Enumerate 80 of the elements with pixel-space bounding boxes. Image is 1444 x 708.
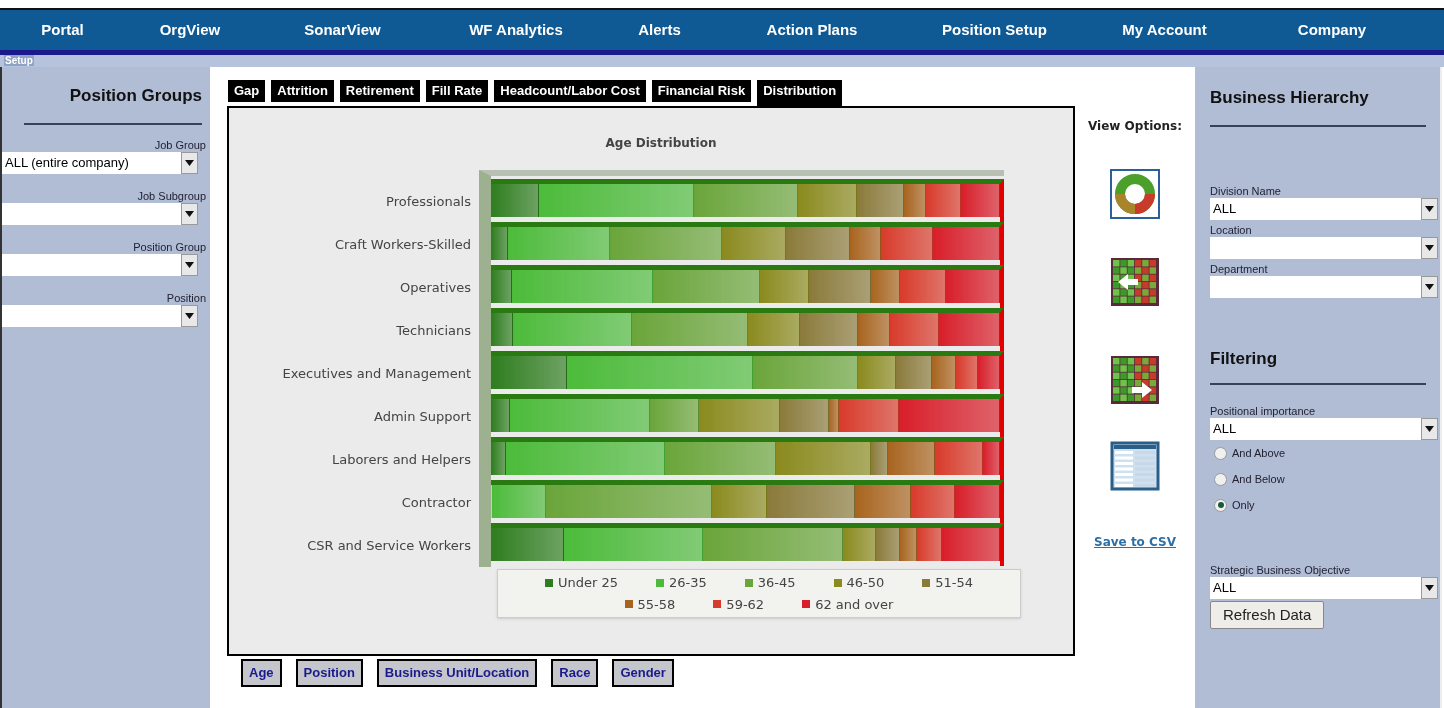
nav-link[interactable]: Alerts [602,18,717,42]
table-icon[interactable] [1110,441,1160,491]
sub-tab[interactable]: Age [241,659,282,687]
legend-label: 59-62 [726,595,765,614]
sub-tab[interactable]: Position [295,659,363,687]
chart-tab[interactable]: Gap [228,80,266,102]
save-csv-link[interactable]: Save to CSV [1094,533,1176,551]
panel-heading: Position Groups [68,85,203,107]
select-field[interactable]: ALL [1210,197,1438,220]
legend-label: 55-58 [637,595,676,614]
panel-heading: Business Hierarchy [1210,87,1370,109]
axis-label: Professionals [385,193,472,211]
caret-icon [185,159,194,166]
legend-label: 51-54 [935,574,974,592]
donut-chart-icon[interactable] [1110,169,1160,219]
nav-link[interactable]: OrgView [125,18,255,42]
chart-title: Age Distribution [604,135,718,152]
radio-label: And Above [1232,445,1286,461]
legend-label: 46-50 [846,574,885,592]
chart-tab[interactable]: Attrition [271,80,334,102]
nav-link[interactable]: My Account [1082,18,1247,42]
axis-label: Admin Support [373,408,472,426]
legend-label: Under 25 [557,574,618,592]
nav-link[interactable]: Company [1247,18,1417,42]
chart-tab[interactable]: Retirement [339,80,420,102]
field-label: Job Subgroup [136,189,207,203]
field-label: Position [165,291,207,305]
axis-label: Craft Workers-Skilled [333,236,472,254]
caret-icon [1425,244,1434,251]
radio-button[interactable] [1214,498,1227,512]
nav-link[interactable]: Action Plans [717,18,907,42]
axis-label: CSR and Service Workers [306,537,472,555]
chart-tab[interactable]: Headcount/Labor Cost [494,80,646,102]
select-field[interactable] [1210,236,1438,259]
select-field[interactable]: ALL [1210,418,1438,440]
field-label: Job Group [153,138,207,152]
field-label: Location [1210,223,1253,237]
caret-icon [185,210,194,217]
caret-icon [1425,205,1434,212]
field-label: Division Name [1210,184,1282,198]
nav-link[interactable]: Portal [0,18,125,42]
caret-icon [185,261,194,268]
caret-icon [1425,426,1434,432]
panel-heading: Filtering [1210,347,1279,370]
caret-icon [1425,585,1434,591]
nav-link[interactable]: Position Setup [907,18,1082,42]
sub-tab[interactable]: Race [551,659,599,687]
legend-label: 26-35 [668,574,707,592]
field-label: Strategic Business Objective [1210,564,1351,577]
axis-label: Executives and Management [281,365,472,383]
select-field[interactable]: ALL (entire company) [2,151,198,174]
caret-icon [185,312,194,319]
section-label: View Options: [1088,118,1182,135]
sub-tab[interactable]: Gender [612,659,674,687]
axis-label: Technicians [395,322,472,340]
chart-tab[interactable]: Financial Risk [651,80,752,102]
axis-label: Laborers and Helpers [330,451,472,469]
field-label: Position Group [132,240,207,254]
chart-tab[interactable]: Fill Rate [425,80,489,102]
select-field[interactable] [2,253,198,276]
radio-label: And Below [1232,471,1285,487]
sub-tab[interactable]: Business Unit/Location [376,659,538,687]
select-field[interactable]: ALL [1210,577,1438,599]
nav-link[interactable]: SonarView [255,18,430,42]
select-field[interactable] [2,202,198,225]
field-label: Positional importance [1210,405,1317,418]
radio-label: Only [1232,497,1255,513]
radio-button[interactable] [1214,472,1227,486]
chart-tab[interactable]: Distribution [757,80,843,106]
select-field[interactable] [1210,275,1438,298]
axis-label: Contractor [400,494,472,512]
legend-label: 62 and over [815,595,894,614]
legend-label: 36-45 [757,574,796,592]
select-field[interactable] [2,304,198,327]
nav-link[interactable]: WF Analytics [430,18,602,42]
caret-icon [1425,283,1434,290]
refresh-button[interactable]: Refresh Data [1210,601,1325,629]
field-label: Department [1210,262,1269,276]
axis-label: Operatives [399,279,472,297]
radio-button[interactable] [1214,446,1227,460]
